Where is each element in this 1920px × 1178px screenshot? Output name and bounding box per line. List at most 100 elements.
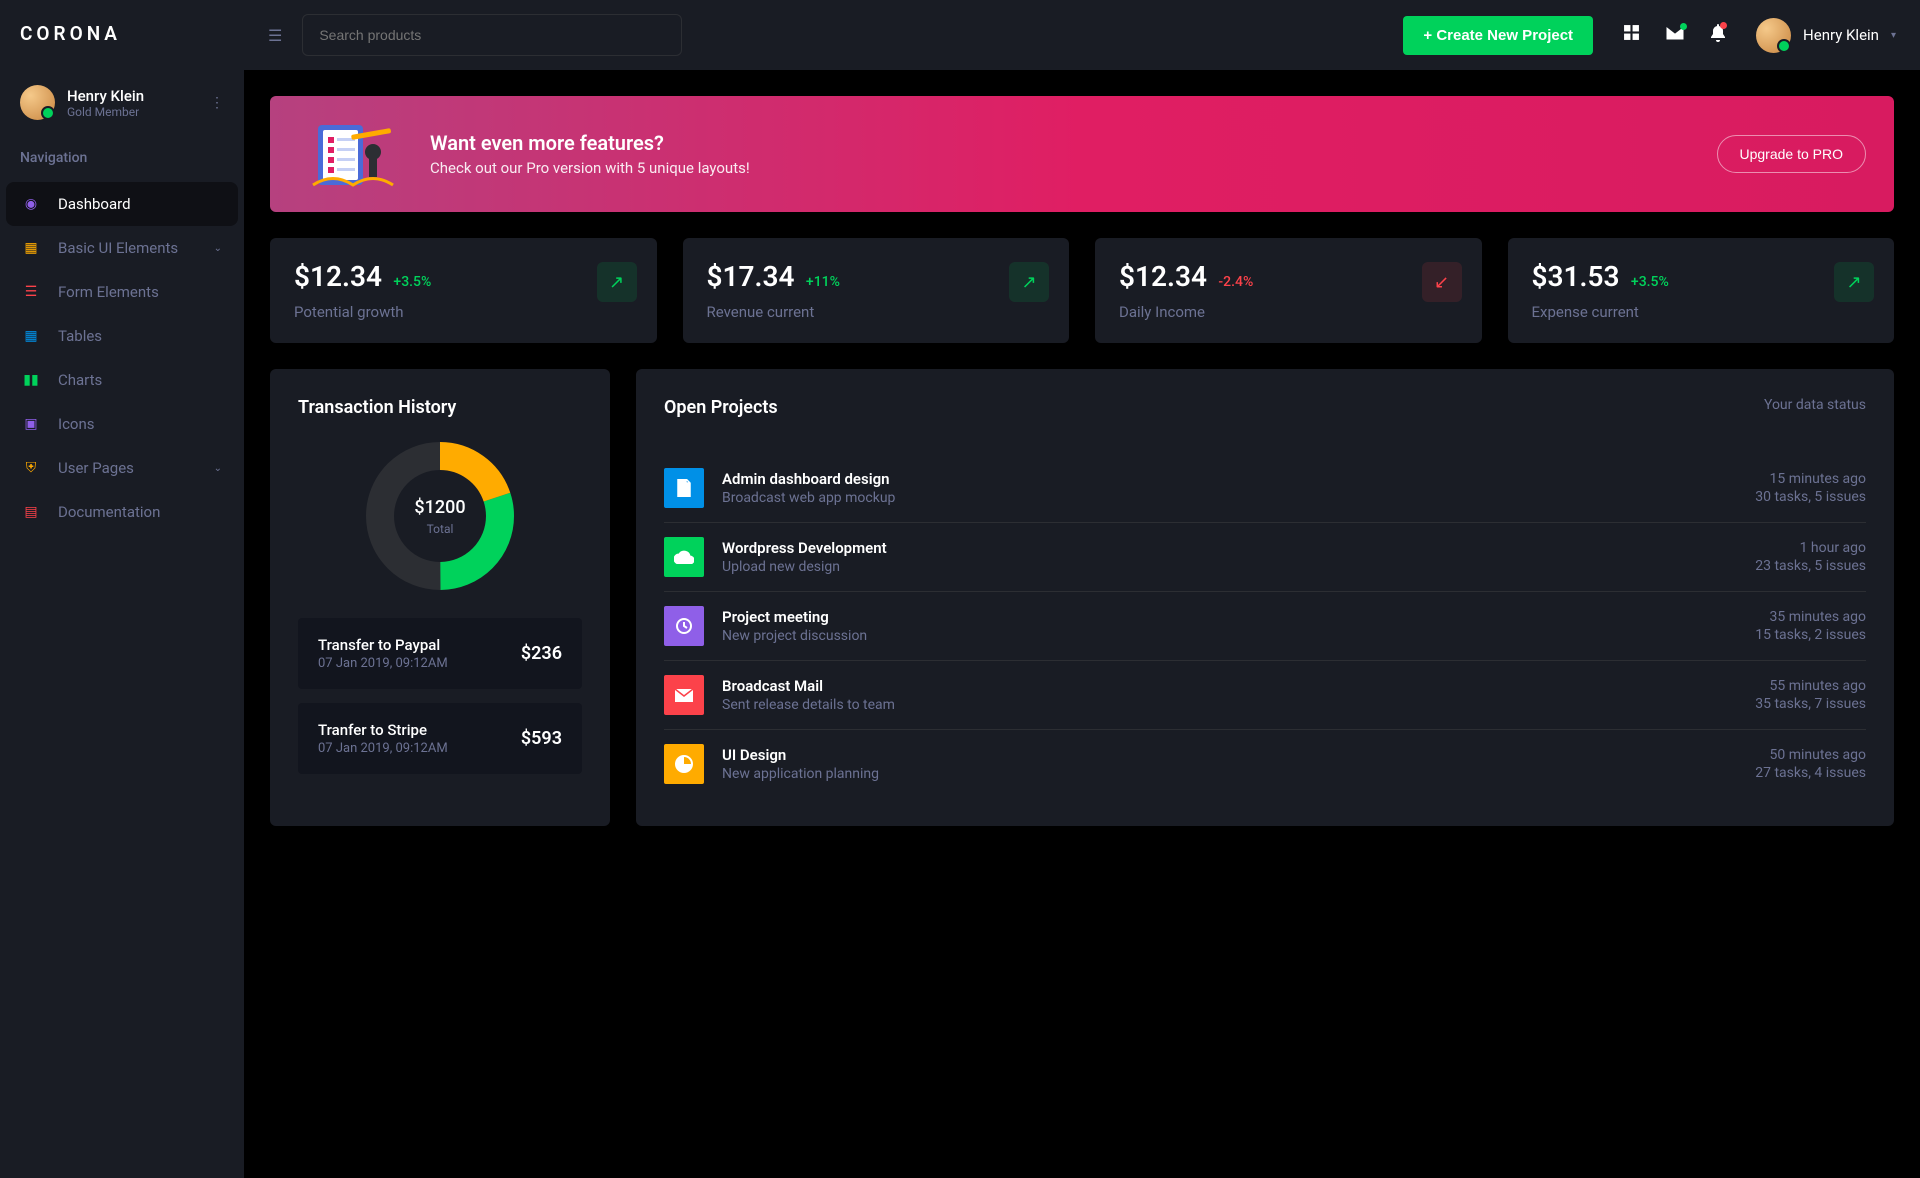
project-title: Broadcast Mail xyxy=(722,677,1755,695)
sidebar-item-icons[interactable]: ▣ Icons xyxy=(6,402,238,446)
stat-change: +11% xyxy=(806,274,840,290)
txn-date: 07 Jan 2019, 09:12AM xyxy=(318,656,521,671)
search-input[interactable] xyxy=(302,14,682,56)
topbar: ☰ + Create New Project Henry Klei xyxy=(244,0,1920,70)
stat-card-growth: $12.34 +3.5% Potential growth ↗ xyxy=(270,238,657,343)
chart-bar-icon: ▮▮ xyxy=(22,371,40,389)
brand-logo[interactable]: CORONA xyxy=(0,0,244,67)
stat-value: $12.34 xyxy=(1119,260,1207,293)
sidebar-item-basic-ui[interactable]: ▦ Basic UI Elements ⌄ xyxy=(6,226,238,270)
sidebar-item-label: Documentation xyxy=(58,503,160,521)
donut-label: Total xyxy=(427,522,454,536)
project-stats: 27 tasks, 4 issues xyxy=(1755,765,1866,781)
sidebar-item-label: Tables xyxy=(58,327,102,345)
sidebar-item-label: Charts xyxy=(58,371,102,389)
mail-icon xyxy=(664,675,704,715)
sidebar-item-dashboard[interactable]: ◉ Dashboard xyxy=(6,182,238,226)
transaction-item[interactable]: Transfer to Paypal 07 Jan 2019, 09:12AM … xyxy=(298,618,582,689)
notification-dot xyxy=(1680,23,1687,30)
open-projects-panel: Open Projects Your data status Admin das… xyxy=(636,369,1894,826)
transaction-history-panel: Transaction History $1200 Total xyxy=(270,369,610,826)
project-stats: 23 tasks, 5 issues xyxy=(1755,558,1866,574)
project-stats: 15 tasks, 2 issues xyxy=(1755,627,1866,643)
stat-change: -2.4% xyxy=(1218,274,1253,290)
arrow-up-icon: ↗ xyxy=(1834,262,1874,302)
transaction-item[interactable]: Tranfer to Stripe 07 Jan 2019, 09:12AM $… xyxy=(298,703,582,774)
txn-title: Tranfer to Stripe xyxy=(318,721,521,739)
menu-toggle-icon[interactable]: ☰ xyxy=(268,26,282,45)
upgrade-button[interactable]: Upgrade to PRO xyxy=(1717,135,1867,173)
speedometer-icon: ◉ xyxy=(22,195,40,213)
file-document-icon: ▤ xyxy=(22,503,40,521)
stat-card-revenue: $17.34 +11% Revenue current ↗ xyxy=(683,238,1070,343)
project-time: 15 minutes ago xyxy=(1755,471,1866,487)
sidebar-item-user-pages[interactable]: ⛨ User Pages ⌄ xyxy=(6,446,238,490)
project-title: Admin dashboard design xyxy=(722,470,1755,488)
profile-tier: Gold Member xyxy=(67,105,210,119)
chevron-down-icon: ▾ xyxy=(1891,30,1896,41)
project-title: Project meeting xyxy=(722,608,1755,626)
upgrade-banner: Want even more features? Check out our P… xyxy=(270,96,1894,212)
create-project-button[interactable]: + Create New Project xyxy=(1403,16,1593,55)
sidebar-item-charts[interactable]: ▮▮ Charts xyxy=(6,358,238,402)
stat-value: $12.34 xyxy=(294,260,382,293)
donut-value: $1200 xyxy=(414,497,465,518)
file-icon xyxy=(664,468,704,508)
table-icon: ▦ xyxy=(22,327,40,345)
project-time: 55 minutes ago xyxy=(1755,678,1866,694)
sidebar: CORONA Henry Klein Gold Member ⋮ Navigat… xyxy=(0,0,244,1178)
laptop-icon: ▦ xyxy=(22,239,40,257)
stat-label: Daily Income xyxy=(1119,303,1458,321)
project-item[interactable]: Wordpress Development Upload new design … xyxy=(664,523,1866,592)
txn-amount: $236 xyxy=(521,643,562,664)
project-item[interactable]: Broadcast Mail Sent release details to t… xyxy=(664,661,1866,730)
stat-value: $17.34 xyxy=(707,260,795,293)
sidebar-item-label: User Pages xyxy=(58,459,134,477)
stat-change: +3.5% xyxy=(393,274,431,290)
bell-icon[interactable] xyxy=(1710,24,1726,47)
arrow-down-icon: ↙ xyxy=(1422,262,1462,302)
stat-change: +3.5% xyxy=(1631,274,1669,290)
project-desc: Upload new design xyxy=(722,559,1755,575)
username-label: Henry Klein xyxy=(1803,26,1879,44)
stat-value: $31.53 xyxy=(1532,260,1620,293)
stat-label: Revenue current xyxy=(707,303,1046,321)
arrow-up-icon: ↗ xyxy=(597,262,637,302)
txn-amount: $593 xyxy=(521,728,562,749)
cloud-icon xyxy=(664,537,704,577)
sidebar-item-tables[interactable]: ▦ Tables xyxy=(6,314,238,358)
project-stats: 30 tasks, 5 issues xyxy=(1755,489,1866,505)
sidebar-item-label: Dashboard xyxy=(58,195,131,213)
clock-icon xyxy=(664,606,704,646)
grid-icon[interactable] xyxy=(1623,24,1640,46)
project-time: 1 hour ago xyxy=(1755,540,1866,556)
stat-label: Potential growth xyxy=(294,303,633,321)
banner-subtitle: Check out our Pro version with 5 unique … xyxy=(430,159,750,177)
profile-card[interactable]: Henry Klein Gold Member ⋮ xyxy=(0,67,244,136)
profile-name: Henry Klein xyxy=(67,87,210,105)
sidebar-item-docs[interactable]: ▤ Documentation xyxy=(6,490,238,534)
project-item[interactable]: UI Design New application planning 50 mi… xyxy=(664,730,1866,798)
profile-menu-icon[interactable]: ⋮ xyxy=(210,95,224,111)
project-desc: Sent release details to team xyxy=(722,697,1755,713)
user-menu[interactable]: Henry Klein ▾ xyxy=(1756,18,1896,53)
project-item[interactable]: Admin dashboard design Broadcast web app… xyxy=(664,454,1866,523)
sidebar-item-label: Form Elements xyxy=(58,283,159,301)
project-item[interactable]: Project meeting New project discussion 3… xyxy=(664,592,1866,661)
txn-date: 07 Jan 2019, 09:12AM xyxy=(318,741,521,756)
notification-dot xyxy=(1720,22,1727,29)
arrow-up-icon: ↗ xyxy=(1009,262,1049,302)
avatar xyxy=(20,85,55,120)
panel-title: Transaction History xyxy=(298,397,582,418)
project-desc: New application planning xyxy=(722,766,1755,782)
nav-section-title: Navigation xyxy=(0,136,244,176)
mail-icon[interactable] xyxy=(1666,25,1684,45)
project-stats: 35 tasks, 7 issues xyxy=(1755,696,1866,712)
chevron-down-icon: ⌄ xyxy=(214,463,222,474)
project-desc: Broadcast web app mockup xyxy=(722,490,1755,506)
playlist-icon: ☰ xyxy=(22,283,40,301)
stat-label: Expense current xyxy=(1532,303,1871,321)
chevron-down-icon: ⌄ xyxy=(214,243,222,254)
sidebar-item-form[interactable]: ☰ Form Elements xyxy=(6,270,238,314)
project-desc: New project discussion xyxy=(722,628,1755,644)
